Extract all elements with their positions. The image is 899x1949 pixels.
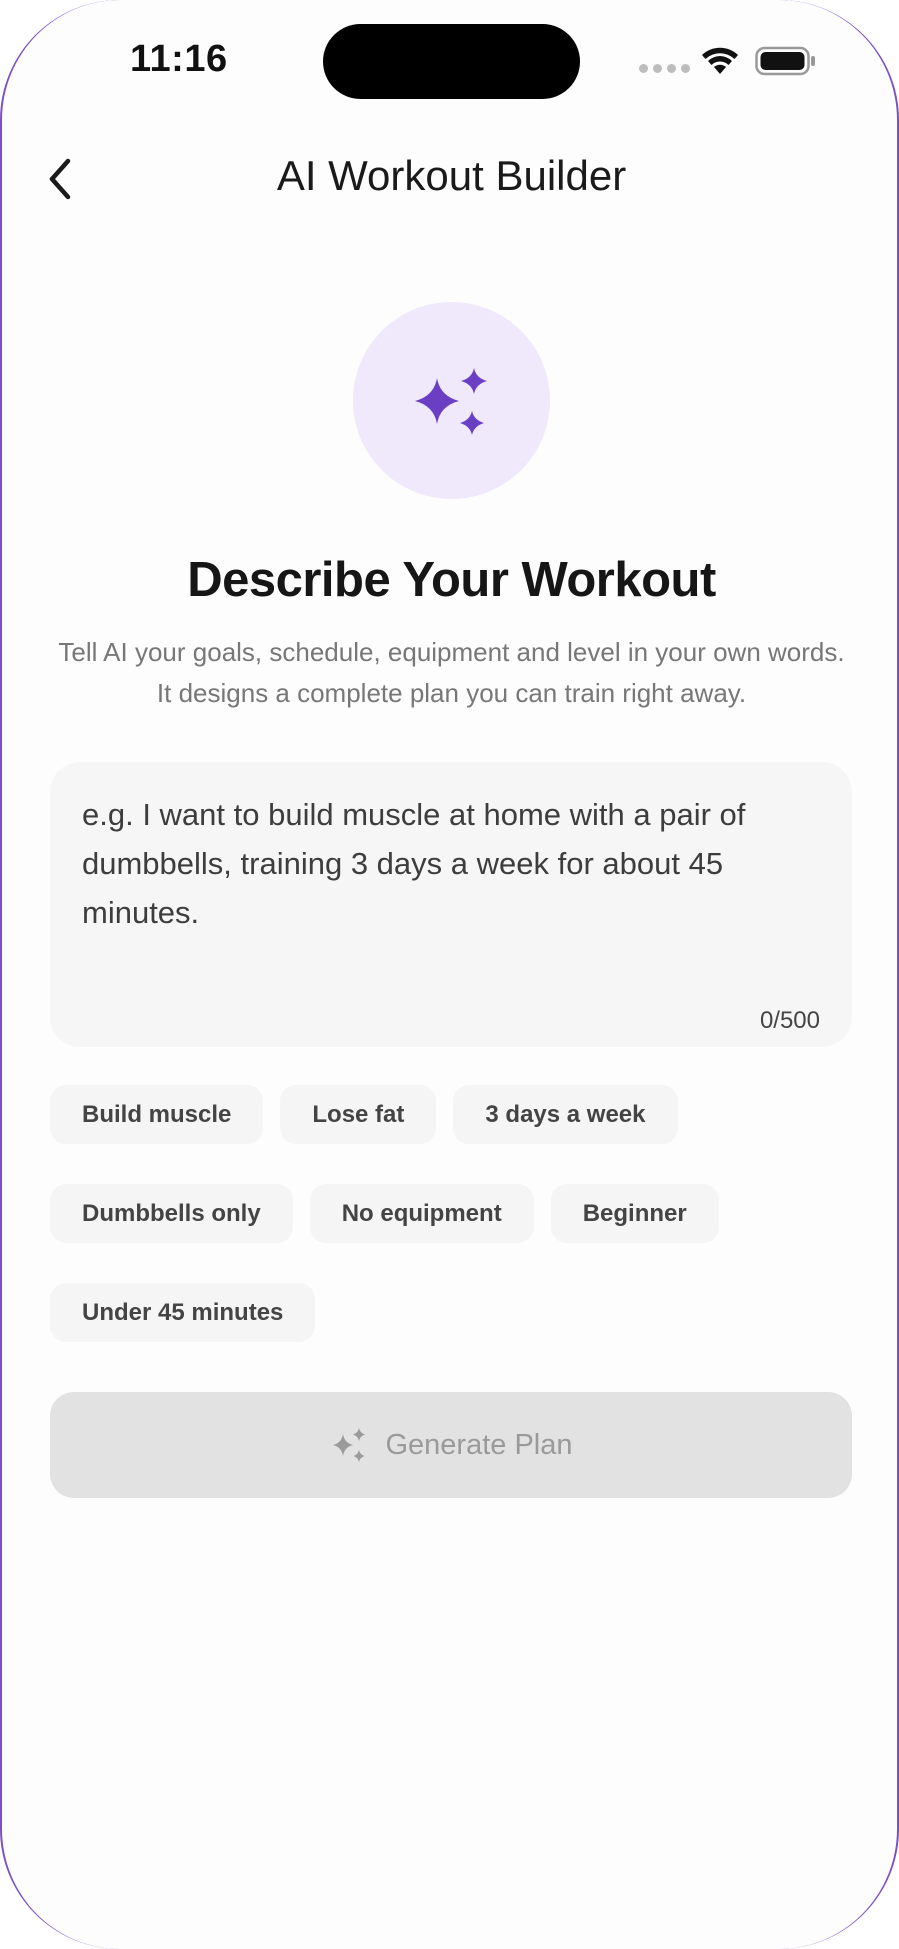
chip-3-days-a-week[interactable]: 3 days a week	[453, 1085, 678, 1144]
chip-under-45-minutes[interactable]: Under 45 minutes	[50, 1283, 316, 1342]
chip-row: Under 45 minutes	[50, 1283, 852, 1342]
hero-badge	[353, 302, 550, 499]
sparkles-icon	[333, 1428, 366, 1462]
character-count: 0/500	[759, 1007, 820, 1034]
chip-row: Dumbbells only No equipment Beginner	[50, 1184, 852, 1243]
battery-icon	[755, 46, 815, 76]
generate-plan-label: Generate Plan	[385, 1428, 573, 1461]
cellular-signal-icon	[639, 64, 690, 73]
phone-screen: 11:16 AI Workout Builder Describe Your W…	[0, 0, 899, 1949]
section-description: Tell AI your goals, schedule, equipment …	[58, 637, 845, 708]
chip-build-muscle[interactable]: Build muscle	[50, 1085, 264, 1144]
workout-description-input[interactable]	[82, 790, 822, 970]
status-time: 11:16	[130, 38, 228, 80]
chip-dumbbells-only[interactable]: Dumbbells only	[50, 1184, 293, 1243]
generate-plan-button[interactable]: Generate Plan	[50, 1392, 852, 1498]
chip-lose-fat[interactable]: Lose fat	[280, 1085, 437, 1144]
chip-row: Build muscle Lose fat 3 days a week	[50, 1085, 852, 1144]
chip-no-equipment[interactable]: No equipment	[309, 1184, 534, 1243]
dynamic-island	[323, 24, 580, 99]
wifi-icon	[702, 47, 738, 74]
section-heading: Describe Your Workout	[187, 553, 716, 607]
page-title: AI Workout Builder	[276, 152, 627, 199]
prompt-box: 0/500	[50, 762, 852, 1047]
suggestion-chips: Build muscle Lose fat 3 days a week Dumb…	[50, 1085, 852, 1382]
chip-beginner[interactable]: Beginner	[550, 1184, 719, 1243]
sparkles-icon	[414, 367, 487, 435]
